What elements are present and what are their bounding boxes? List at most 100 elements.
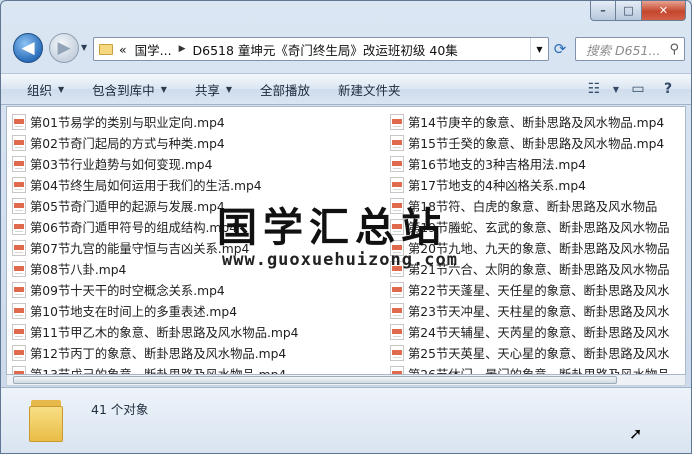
- video-file-icon: [12, 134, 26, 151]
- file-name: 第01节易学的类别与职业定向.mp4: [30, 115, 225, 130]
- back-arrow-icon: ◀: [21, 38, 35, 58]
- file-name: 第04节终生局如何运用于我们的生活.mp4: [30, 178, 262, 193]
- caption-buttons: – □ ✕: [590, 1, 686, 21]
- video-file-icon: [12, 155, 26, 172]
- file-item[interactable]: 第04节终生局如何运用于我们的生活.mp4: [12, 174, 382, 195]
- video-file-icon: [12, 218, 26, 235]
- file-item[interactable]: 第11节甲乙木的象意、断卦思路及风水物品.mp4: [12, 321, 382, 342]
- preview-pane-icon[interactable]: ▭: [623, 81, 653, 97]
- chevron-down-icon: ▼: [58, 84, 65, 94]
- video-file-icon: [12, 260, 26, 277]
- folder-icon: [99, 43, 113, 55]
- search-input[interactable]: 搜索 D651... ⚲: [575, 37, 685, 61]
- mouse-cursor-icon: ➚: [629, 424, 643, 443]
- file-item[interactable]: 第23节天冲星、天柱星的象意、断卦思路及风水: [390, 300, 685, 321]
- file-item[interactable]: 第22节天蓬星、天任星的象意、断卦思路及风水: [390, 279, 685, 300]
- video-file-icon: [12, 344, 26, 361]
- include-in-library-menu[interactable]: 包含到库中 ▼: [78, 74, 181, 104]
- play-all-button[interactable]: 全部播放: [246, 74, 324, 104]
- breadcrumb-item-guoxue[interactable]: 国学...: [135, 40, 172, 59]
- video-file-icon: [390, 281, 404, 298]
- new-folder-label: 新建文件夹: [338, 82, 401, 98]
- file-item[interactable]: 第16节地支的3种吉格用法.mp4: [390, 153, 685, 174]
- file-name: 第05节奇门遁甲的起源与发展.mp4: [30, 199, 225, 214]
- file-item[interactable]: 第15节壬癸的象意、断卦思路及风水物品.mp4: [390, 132, 685, 153]
- file-item[interactable]: 第01节易学的类别与职业定向.mp4: [12, 111, 382, 132]
- video-file-icon: [12, 365, 26, 374]
- horizontal-scrollbar[interactable]: [6, 375, 686, 386]
- share-label: 共享: [194, 82, 220, 98]
- video-file-icon: [12, 323, 26, 340]
- video-file-icon: [12, 302, 26, 319]
- video-file-icon: [390, 344, 404, 361]
- video-file-icon: [12, 113, 26, 130]
- object-count: 41 个对象: [91, 402, 149, 417]
- file-item[interactable]: 第03节行业趋势与如何变现.mp4: [12, 153, 382, 174]
- forward-button[interactable]: ▶: [49, 33, 79, 63]
- file-name: 第16节地支的3种吉格用法.mp4: [408, 157, 586, 172]
- file-name: 第13节戊己的象意、断卦思路及风水物品.mp4: [30, 367, 287, 375]
- file-name: 第25节天英星、天心星的象意、断卦思路及风水: [408, 346, 670, 361]
- organize-menu[interactable]: 组织 ▼: [1, 74, 78, 104]
- change-view-icon[interactable]: ☷: [579, 81, 609, 97]
- video-file-icon: [390, 113, 404, 130]
- details-pane: 41 个对象 ➚: [1, 387, 691, 453]
- view-options-chevron-icon[interactable]: ▼: [609, 85, 623, 94]
- file-name: 第19节螣蛇、玄武的象意、断卦思路及风水物品: [408, 220, 670, 235]
- file-item[interactable]: 第25节天英星、天心星的象意、断卦思路及风水: [390, 342, 685, 363]
- navigation-bar: ◀ ▶ ▼ « 国学... ▶ D6518 童坤元《奇门终生局》改运班初级 40…: [9, 31, 685, 67]
- video-file-icon: [12, 197, 26, 214]
- forward-arrow-icon: ▶: [57, 38, 71, 58]
- file-item[interactable]: 第14节庚辛的象意、断卦思路及风水物品.mp4: [390, 111, 685, 132]
- file-name: 第24节天辅星、天芮星的象意、断卦思路及风水: [408, 325, 670, 340]
- folder-icon: [29, 396, 63, 442]
- share-menu[interactable]: 共享 ▼: [181, 74, 246, 104]
- minimize-button[interactable]: –: [590, 1, 616, 21]
- video-file-icon: [390, 155, 404, 172]
- file-list[interactable]: 第01节易学的类别与职业定向.mp4 第02节奇门起局的方式与种类.mp4 第03节…: [6, 106, 686, 375]
- breadcrumb-item-current-folder[interactable]: D6518 童坤元《奇门终生局》改运班初级 40集: [193, 40, 458, 59]
- file-item[interactable]: 第09节十天干的时空概念关系.mp4: [12, 279, 382, 300]
- include-in-library-label: 包含到库中: [92, 82, 155, 98]
- refresh-button[interactable]: ⟳: [549, 37, 571, 61]
- back-button[interactable]: ◀: [13, 33, 43, 63]
- file-item[interactable]: 第17节地支的4种凶格关系.mp4: [390, 174, 685, 195]
- recent-pages-dropdown[interactable]: ▼: [81, 43, 87, 52]
- explorer-window: – □ ✕ ◀ ▶ ▼ « 国学... ▶ D6518 童坤元《奇门终生局》改运…: [0, 0, 692, 454]
- file-item[interactable]: 第26节休门、景门的象意、断卦思路及风水物品: [390, 363, 685, 375]
- file-name: 第17节地支的4种凶格关系.mp4: [408, 178, 586, 193]
- chevron-down-icon: ▼: [225, 84, 233, 94]
- address-bar[interactable]: « 国学... ▶ D6518 童坤元《奇门终生局》改运班初级 40集 ▼: [93, 37, 549, 61]
- file-name: 第26节休门、景门的象意、断卦思路及风水物品: [408, 367, 670, 375]
- command-bar: 组织 ▼ 包含到库中 ▼ 共享 ▼ 全部播放 新建文件夹 ☷ ▼ ▭ ?: [1, 73, 691, 105]
- breadcrumb-overflow[interactable]: «: [119, 42, 127, 57]
- file-name: 第03节行业趋势与如何变现.mp4: [30, 157, 213, 172]
- help-icon[interactable]: ?: [653, 81, 683, 97]
- play-all-label: 全部播放: [260, 82, 311, 98]
- video-file-icon: [390, 323, 404, 340]
- file-item[interactable]: 第02节奇门起局的方式与种类.mp4: [12, 132, 382, 153]
- file-name: 第12节丙丁的象意、断卦思路及风水物品.mp4: [30, 346, 287, 361]
- file-item[interactable]: 第13节戊己的象意、断卦思路及风水物品.mp4: [12, 363, 382, 375]
- search-icon[interactable]: ⚲: [669, 42, 679, 57]
- search-placeholder: 搜索 D651...: [586, 42, 661, 58]
- address-dropdown-icon[interactable]: ▼: [530, 38, 548, 60]
- file-name: 第22节天蓬星、天任星的象意、断卦思路及风水: [408, 283, 670, 298]
- file-item[interactable]: 第12节丙丁的象意、断卦思路及风水物品.mp4: [12, 342, 382, 363]
- file-item[interactable]: 第10节地支在时间上的多重表述.mp4: [12, 300, 382, 321]
- file-name: 第10节地支在时间上的多重表述.mp4: [30, 304, 238, 319]
- file-name: 第11节甲乙木的象意、断卦思路及风水物品.mp4: [30, 325, 299, 340]
- new-folder-button[interactable]: 新建文件夹: [324, 74, 415, 104]
- file-name: 第15节壬癸的象意、断卦思路及风水物品.mp4: [408, 136, 665, 151]
- close-button[interactable]: ✕: [642, 1, 686, 21]
- file-item[interactable]: 第24节天辅星、天芮星的象意、断卦思路及风水: [390, 321, 685, 342]
- file-name: 第02节奇门起局的方式与种类.mp4: [30, 136, 225, 151]
- refresh-icon: ⟳: [553, 40, 567, 58]
- maximize-button[interactable]: □: [616, 1, 642, 21]
- breadcrumb-separator-icon[interactable]: ▶: [179, 44, 186, 54]
- video-file-icon: [12, 239, 26, 256]
- scrollbar-thumb[interactable]: [13, 376, 617, 384]
- chevron-down-icon: ▼: [160, 84, 167, 94]
- video-file-icon: [390, 365, 404, 374]
- video-file-icon: [12, 176, 26, 193]
